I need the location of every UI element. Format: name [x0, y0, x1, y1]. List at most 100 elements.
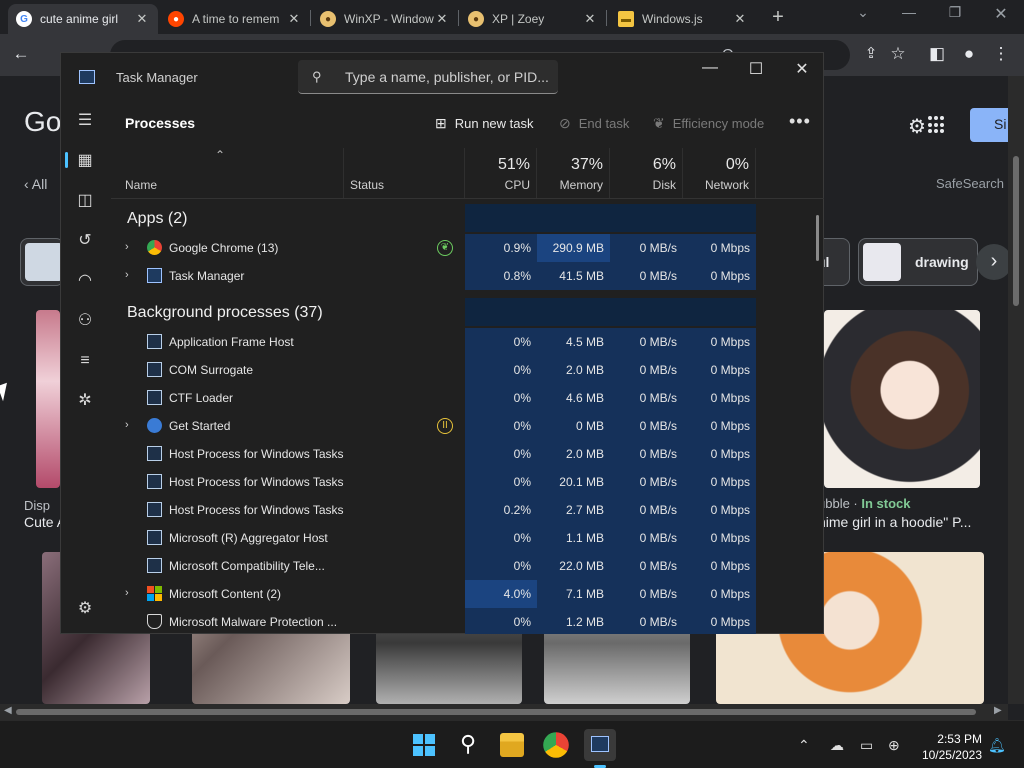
close-icon[interactable]: ✕ — [582, 11, 598, 27]
start-icon[interactable] — [408, 729, 440, 761]
browser-tab-4[interactable]: ▬ Windows.js ✕ — [610, 4, 756, 34]
side-panel-icon[interactable]: ◧ — [926, 44, 948, 64]
process-row[interactable]: › Microsoft Content (2) 4.0% 7.1 MB 0 MB/s 0 … — [111, 580, 824, 608]
process-row[interactable]: Microsoft Compatibility Tele... 0% 22.0 MB… — [111, 552, 824, 580]
scrollbar-thumb[interactable] — [1013, 156, 1019, 306]
column-header-name[interactable]: Name — [111, 148, 344, 198]
profile-icon[interactable]: ● — [958, 44, 980, 64]
column-header-status[interactable]: Status — [344, 148, 465, 198]
filter-chip-drawing[interactable]: drawing — [858, 238, 978, 286]
result-image[interactable] — [36, 310, 60, 488]
process-row[interactable]: › Google Chrome (13) ❦ 0.9% 290.9 MB 0 MB/s 0 … — [111, 234, 824, 262]
process-row[interactable]: Host Process for Windows Tasks 0.2% 2.7 MB… — [111, 496, 824, 524]
details-icon[interactable]: ≡ — [73, 349, 97, 373]
new-tab-button[interactable]: + — [768, 6, 788, 29]
more-options-icon[interactable]: ••• — [789, 111, 811, 132]
scroll-right-icon[interactable]: ▶ — [994, 705, 1002, 716]
task-manager-taskbar-button[interactable] — [584, 729, 616, 761]
table-scrollbar-thumb[interactable] — [816, 215, 819, 261]
process-row[interactable]: Host Process for Windows Tasks 0% 20.1 MB 0… — [111, 468, 824, 496]
page-horizontal-scrollbar[interactable]: ◀ ▶ — [0, 704, 1008, 720]
users-icon[interactable]: ⚇ — [73, 309, 97, 333]
browser-tab-0[interactable]: G cute anime girl ✕ — [8, 4, 158, 34]
apps-grid-icon[interactable] — [928, 116, 946, 134]
menu-kebab-icon[interactable]: ⋮ — [990, 44, 1012, 64]
network-icon[interactable]: ⊕ — [888, 737, 900, 754]
hamburger-menu-icon[interactable]: ☰ — [73, 109, 97, 133]
search-input[interactable]: ⚲ Type a name, publisher, or PID... — [298, 60, 558, 94]
column-header-cpu[interactable]: 51% CPU — [465, 148, 537, 198]
expand-chevron-icon[interactable]: › — [125, 587, 129, 599]
browser-tab-2[interactable]: ● WinXP - Window ✕ — [312, 4, 458, 34]
onedrive-icon[interactable]: ☁ — [830, 737, 844, 754]
column-header-disk[interactable]: 6% Disk — [610, 148, 683, 198]
maximize-icon[interactable]: ☐ — [741, 59, 771, 79]
close-icon[interactable]: ✕ — [434, 11, 450, 27]
result-image[interactable] — [824, 310, 980, 488]
winxp-icon: ● — [468, 11, 484, 27]
expand-chevron-icon[interactable]: › — [125, 419, 129, 431]
result-title[interactable]: nime girl in a hoodie" P... — [818, 514, 971, 530]
run-new-task-button[interactable]: ⊞ Run new task — [435, 115, 534, 132]
restore-icon[interactable]: ❐ — [940, 4, 970, 21]
column-header-memory[interactable]: 37% Memory — [537, 148, 610, 198]
filter-chip[interactable] — [20, 238, 64, 286]
file-explorer-icon[interactable] — [500, 733, 524, 757]
share-icon[interactable]: ⇪ — [860, 44, 882, 62]
app-history-icon[interactable]: ↺ — [73, 229, 97, 253]
process-row[interactable]: › Get Started II 0% 0 MB 0 MB/s 0 Mbps — [111, 412, 824, 440]
group-header[interactable]: Background processes (37) — [127, 304, 323, 322]
settings-gear-icon[interactable]: ⚙ — [73, 597, 97, 621]
browser-tab-1[interactable]: ● A time to remem ✕ — [160, 4, 310, 34]
safesearch-button[interactable]: SafeSearch — [936, 176, 1004, 191]
processes-icon[interactable]: ▦ — [73, 149, 97, 173]
network-cell: 0 Mbps — [683, 496, 756, 524]
notification-bell-icon[interactable]: 🔔︎ — [988, 737, 1006, 754]
startup-apps-icon[interactable]: ◠ — [73, 269, 97, 293]
performance-icon[interactable]: ◫ — [73, 189, 97, 213]
chevron-up-icon[interactable]: ⌃ — [798, 737, 810, 754]
gear-icon[interactable]: ⚙ — [908, 114, 926, 139]
bookmark-star-icon[interactable]: ☆ — [887, 44, 909, 64]
display-icon[interactable]: ▭ — [860, 737, 873, 754]
expand-chevron-icon[interactable]: › — [125, 269, 129, 281]
close-icon[interactable]: ✕ — [134, 11, 150, 27]
page-vertical-scrollbar[interactable] — [1008, 76, 1024, 704]
google-logo[interactable]: Go — [24, 106, 61, 138]
close-icon[interactable]: ✕ — [787, 59, 817, 79]
tab-search-icon[interactable]: ⌄ — [848, 4, 878, 21]
minimize-icon[interactable]: — — [894, 4, 924, 20]
process-row[interactable]: Application Frame Host 0% 4.5 MB 0 MB/s 0 Mb… — [111, 328, 824, 356]
process-row[interactable]: COM Surrogate 0% 2.0 MB 0 MB/s 0 Mbps — [111, 356, 824, 384]
close-window-icon[interactable]: ✕ — [986, 4, 1016, 24]
close-icon[interactable]: ✕ — [732, 11, 748, 27]
close-icon[interactable]: ✕ — [286, 11, 302, 27]
process-row[interactable]: Microsoft (R) Aggregator Host 0% 1.1 MB 0 M… — [111, 524, 824, 552]
column-label: Memory — [559, 178, 603, 192]
browser-tab-3[interactable]: ● XP | Zoey ✕ — [460, 4, 606, 34]
system-clock[interactable]: 2:53 PM 10/25/2023 — [916, 731, 982, 763]
task-manager-icon — [147, 268, 162, 283]
end-task-button[interactable]: ⊘ End task — [559, 115, 629, 132]
network-cell: 0 Mbps — [683, 524, 756, 552]
chrome-icon[interactable] — [543, 732, 569, 758]
column-label: Name — [125, 178, 158, 192]
process-row[interactable]: › Task Manager 0.8% 41.5 MB 0 MB/s 0 Mbps — [111, 262, 824, 290]
search-placeholder: Type a name, publisher, or PID... — [345, 69, 549, 85]
process-row[interactable]: Microsoft Malware Protection ... 0% 1.2 MB… — [111, 608, 824, 634]
group-header[interactable]: Apps (2) — [127, 210, 187, 228]
efficiency-mode-button[interactable]: ❦ Efficiency mode — [653, 115, 764, 132]
nav-all[interactable]: ‹ All — [24, 176, 47, 192]
services-icon[interactable]: ✲ — [73, 389, 97, 413]
minimize-icon[interactable]: — — [695, 59, 725, 77]
column-header-network[interactable]: 0% Network — [683, 148, 756, 198]
expand-chevron-icon[interactable]: › — [125, 241, 129, 253]
back-arrow-icon[interactable]: ← — [10, 44, 32, 64]
search-icon[interactable]: ⚲ — [452, 729, 484, 761]
chevron-right-icon[interactable]: › — [976, 244, 1012, 280]
scroll-left-icon[interactable]: ◀ — [4, 705, 12, 716]
network-cell: 0 Mbps — [683, 580, 756, 608]
process-row[interactable]: CTF Loader 0% 4.6 MB 0 MB/s 0 Mbps — [111, 384, 824, 412]
scrollbar-thumb[interactable] — [16, 709, 976, 715]
process-row[interactable]: Host Process for Windows Tasks 0% 2.0 MB 0 … — [111, 440, 824, 468]
